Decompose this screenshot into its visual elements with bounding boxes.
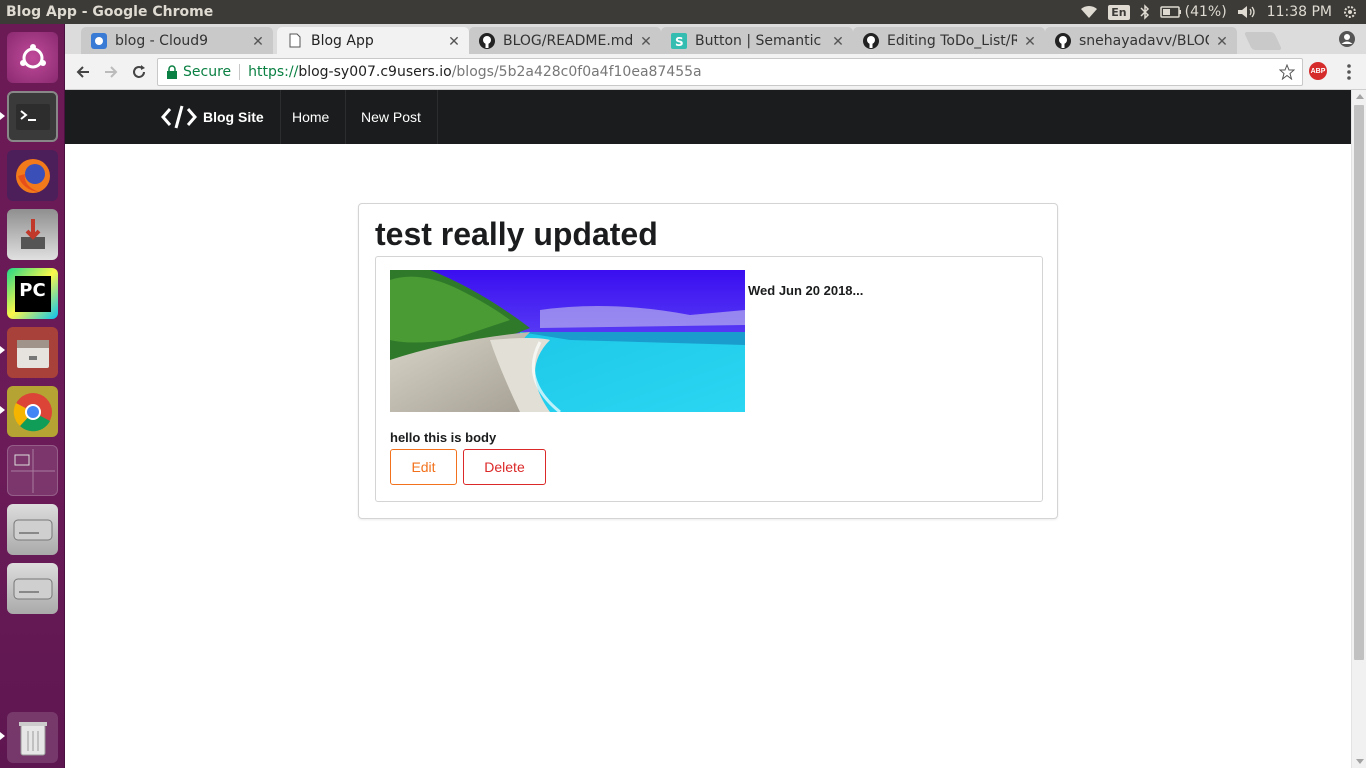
tab-blog-app[interactable]: Blog App ✕ <box>277 27 469 54</box>
github-icon <box>479 32 495 49</box>
url-host: blog-sy007.c9users.io <box>298 64 452 80</box>
nav-home-label: Home <box>292 109 330 125</box>
battery-indicator[interactable]: (41%) <box>1159 4 1227 20</box>
tab-editing-todo[interactable]: Editing ToDo_List/R ✕ <box>853 27 1045 54</box>
github-icon <box>1055 32 1071 49</box>
tab-label: Button | Semantic UI <box>695 32 825 49</box>
tab-label: snehayadavv/BLOG <box>1079 32 1209 49</box>
scroll-down-icon[interactable] <box>1356 759 1364 764</box>
cloud9-icon <box>91 32 107 49</box>
keyboard-layout-indicator[interactable]: En <box>1108 4 1130 20</box>
tab-close-icon[interactable]: ✕ <box>251 34 265 48</box>
tab-close-icon[interactable]: ✕ <box>831 34 845 48</box>
bookmark-star-icon[interactable] <box>1279 64 1295 80</box>
tab-semantic-ui[interactable]: S Button | Semantic UI ✕ <box>661 27 853 54</box>
browser-menu-icon[interactable] <box>1342 62 1356 82</box>
code-icon <box>161 105 197 129</box>
settings-gear-icon[interactable] <box>1342 4 1358 20</box>
wifi-icon[interactable] <box>1080 5 1098 19</box>
ubuntu-dash-icon[interactable] <box>7 32 58 83</box>
brand-label: Blog Site <box>203 109 264 125</box>
trash-icon[interactable] <box>7 712 58 763</box>
site-navbar: Blog Site Home New Post <box>65 90 1351 144</box>
tab-label: blog - Cloud9 <box>115 32 209 49</box>
system-tray: En (41%) 11:38 PM <box>1080 4 1366 20</box>
active-app-indicator <box>0 112 5 120</box>
battery-icon <box>1159 6 1181 18</box>
tab-github-repo[interactable]: snehayadavv/BLOG ✕ <box>1045 27 1237 54</box>
adblock-plus-icon[interactable]: ABP <box>1309 62 1327 80</box>
post-date: Wed Jun 20 2018... <box>748 283 864 298</box>
browser-toolbar: Secure https://blog-sy007.c9users.io/blo… <box>65 54 1366 90</box>
github-icon <box>863 32 879 49</box>
running-app-indicator <box>0 732 5 740</box>
omnibox-divider <box>239 64 241 80</box>
back-arrow-icon[interactable] <box>73 62 93 82</box>
tab-readme[interactable]: BLOG/README.md ✕ <box>469 27 661 54</box>
chrome-icon[interactable] <box>7 386 58 437</box>
bluetooth-icon[interactable] <box>1140 4 1150 20</box>
forward-arrow-icon[interactable] <box>101 62 121 82</box>
tab-close-icon[interactable]: ✕ <box>1023 34 1037 48</box>
post-image <box>390 270 745 412</box>
pycharm-icon[interactable]: PC <box>7 268 58 319</box>
edit-button[interactable]: Edit <box>390 449 457 485</box>
page-viewport: Blog Site Home New Post test really upda… <box>65 90 1351 768</box>
address-bar[interactable]: Secure https://blog-sy007.c9users.io/blo… <box>157 58 1303 86</box>
ubuntu-launcher: PC <box>0 24 65 768</box>
tab-close-icon[interactable]: ✕ <box>447 34 461 48</box>
nav-new-post-label: New Post <box>361 109 421 125</box>
drive-icon[interactable] <box>7 504 58 555</box>
clock[interactable]: 11:38 PM <box>1267 4 1332 20</box>
tab-label: BLOG/README.md <box>503 32 633 49</box>
reload-icon[interactable] <box>129 62 149 82</box>
secure-label: Secure <box>183 64 232 80</box>
terminal-icon[interactable] <box>7 91 58 142</box>
post-content-segment: Wed Jun 20 2018... hello this is body Ed… <box>375 256 1043 502</box>
workspace-switcher-icon[interactable] <box>7 445 58 496</box>
semantic-ui-icon: S <box>671 32 687 49</box>
new-tab-button[interactable] <box>1243 32 1283 50</box>
firefox-icon[interactable] <box>7 150 58 201</box>
url-scheme: https:// <box>248 64 299 80</box>
svg-text:S: S <box>675 35 684 49</box>
page-scrollbar[interactable] <box>1351 90 1366 768</box>
tab-close-icon[interactable]: ✕ <box>1215 34 1229 48</box>
files-icon[interactable] <box>7 327 58 378</box>
software-installer-icon[interactable] <box>7 209 58 260</box>
nav-home[interactable]: Home <box>276 90 347 144</box>
brand-link[interactable]: Blog Site <box>161 90 281 144</box>
tab-label: Editing ToDo_List/R <box>887 32 1017 49</box>
running-app-indicator <box>0 406 5 414</box>
os-top-panel: Blog App - Google Chrome En (41%) 11:38 … <box>0 0 1366 24</box>
delete-button[interactable]: Delete <box>463 449 546 485</box>
browser-tab-strip: blog - Cloud9 ✕ Blog App ✕ BLOG/README.m… <box>65 24 1366 54</box>
scroll-up-icon[interactable] <box>1356 94 1364 99</box>
running-app-indicator <box>0 346 5 354</box>
tab-label: Blog App <box>311 32 374 49</box>
profile-icon[interactable] <box>1338 30 1356 48</box>
post-title: test really updated <box>375 216 658 252</box>
window-title: Blog App - Google Chrome <box>6 4 214 20</box>
drive-icon[interactable] <box>7 563 58 614</box>
post-body: hello this is body <box>390 430 497 445</box>
battery-percentage: (41%) <box>1184 4 1227 20</box>
tab-cloud9[interactable]: blog - Cloud9 ✕ <box>81 27 273 54</box>
lock-icon <box>167 65 177 79</box>
blog-post-card: test really updated Wed Jun 20 2018... h… <box>358 203 1058 519</box>
page-icon <box>287 33 303 49</box>
url-path: /blogs/5b2a428c0f0a4f10ea87455a <box>451 64 702 80</box>
tab-close-icon[interactable]: ✕ <box>639 34 653 48</box>
scrollbar-thumb[interactable] <box>1354 105 1364 660</box>
nav-new-post[interactable]: New Post <box>345 90 438 144</box>
volume-icon[interactable] <box>1237 5 1257 19</box>
